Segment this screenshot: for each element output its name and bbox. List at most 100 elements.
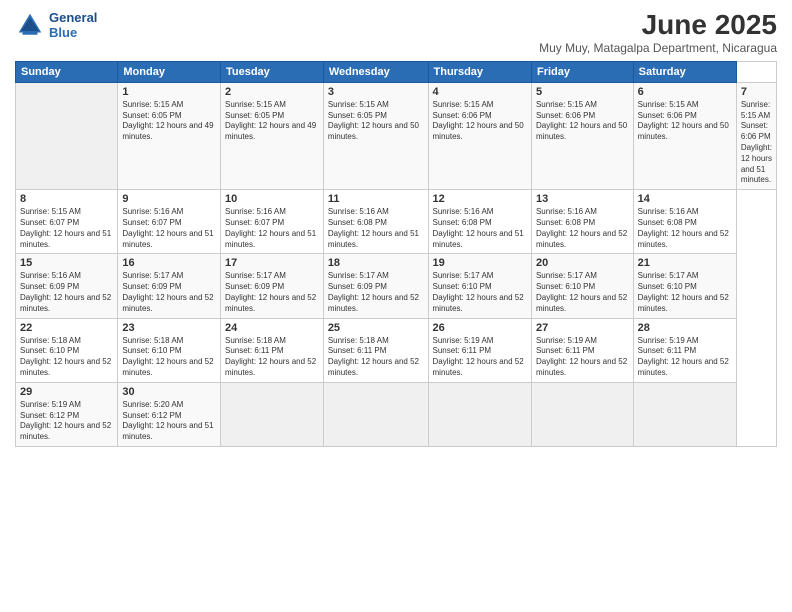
table-row: 6 Sunrise: 5:15 AM Sunset: 6:06 PM Dayli… [633, 82, 736, 189]
col-thursday: Thursday [428, 61, 531, 82]
table-row: 14 Sunrise: 5:16 AM Sunset: 6:08 PM Dayl… [633, 190, 736, 254]
table-row: 13 Sunrise: 5:16 AM Sunset: 6:08 PM Dayl… [531, 190, 633, 254]
table-row: 11 Sunrise: 5:16 AM Sunset: 6:08 PM Dayl… [323, 190, 428, 254]
table-row: 21 Sunrise: 5:17 AM Sunset: 6:10 PM Dayl… [633, 254, 736, 318]
header: General Blue June 2025 Muy Muy, Matagalp… [15, 10, 777, 55]
day-info: Sunrise: 5:19 AM Sunset: 6:11 PM Dayligh… [433, 336, 527, 379]
col-monday: Monday [118, 61, 221, 82]
day-number: 27 [536, 322, 629, 334]
day-number: 2 [225, 86, 319, 98]
calendar-page: General Blue June 2025 Muy Muy, Matagalp… [0, 0, 792, 612]
table-row [16, 82, 118, 189]
day-number: 26 [433, 322, 527, 334]
month-year: June 2025 [539, 10, 777, 41]
day-info: Sunrise: 5:15 AM Sunset: 6:05 PM Dayligh… [225, 100, 319, 143]
table-row: 3 Sunrise: 5:15 AM Sunset: 6:05 PM Dayli… [323, 82, 428, 189]
day-info: Sunrise: 5:19 AM Sunset: 6:12 PM Dayligh… [20, 400, 113, 443]
day-info: Sunrise: 5:15 AM Sunset: 6:06 PM Dayligh… [433, 100, 527, 143]
day-info: Sunrise: 5:20 AM Sunset: 6:12 PM Dayligh… [122, 400, 216, 443]
day-number: 6 [638, 86, 732, 98]
calendar-row: 22 Sunrise: 5:18 AM Sunset: 6:10 PM Dayl… [16, 318, 777, 382]
logo-text: General Blue [49, 10, 97, 40]
day-info: Sunrise: 5:17 AM Sunset: 6:09 PM Dayligh… [225, 271, 319, 314]
col-wednesday: Wednesday [323, 61, 428, 82]
table-row: 2 Sunrise: 5:15 AM Sunset: 6:05 PM Dayli… [220, 82, 323, 189]
day-info: Sunrise: 5:16 AM Sunset: 6:08 PM Dayligh… [638, 207, 732, 250]
day-info: Sunrise: 5:18 AM Sunset: 6:10 PM Dayligh… [122, 336, 216, 379]
day-number: 5 [536, 86, 629, 98]
col-friday: Friday [531, 61, 633, 82]
table-row: 7 Sunrise: 5:15 AM Sunset: 6:06 PM Dayli… [736, 82, 776, 189]
table-row: 10 Sunrise: 5:16 AM Sunset: 6:07 PM Dayl… [220, 190, 323, 254]
table-row: 22 Sunrise: 5:18 AM Sunset: 6:10 PM Dayl… [16, 318, 118, 382]
logo: General Blue [15, 10, 97, 40]
title-block: June 2025 Muy Muy, Matagalpa Department,… [539, 10, 777, 55]
calendar-header-row: Sunday Monday Tuesday Wednesday Thursday… [16, 61, 777, 82]
calendar-table: Sunday Monday Tuesday Wednesday Thursday… [15, 61, 777, 447]
day-number: 22 [20, 322, 113, 334]
day-info: Sunrise: 5:18 AM Sunset: 6:11 PM Dayligh… [328, 336, 424, 379]
day-number: 4 [433, 86, 527, 98]
table-row [531, 382, 633, 446]
day-number: 17 [225, 257, 319, 269]
day-number: 28 [638, 322, 732, 334]
table-row: 29 Sunrise: 5:19 AM Sunset: 6:12 PM Dayl… [16, 382, 118, 446]
table-row: 18 Sunrise: 5:17 AM Sunset: 6:09 PM Dayl… [323, 254, 428, 318]
table-row [633, 382, 736, 446]
day-info: Sunrise: 5:16 AM Sunset: 6:08 PM Dayligh… [328, 207, 424, 250]
table-row: 27 Sunrise: 5:19 AM Sunset: 6:11 PM Dayl… [531, 318, 633, 382]
col-sunday: Sunday [16, 61, 118, 82]
day-number: 24 [225, 322, 319, 334]
day-info: Sunrise: 5:15 AM Sunset: 6:05 PM Dayligh… [328, 100, 424, 143]
day-number: 11 [328, 193, 424, 205]
day-info: Sunrise: 5:17 AM Sunset: 6:10 PM Dayligh… [536, 271, 629, 314]
day-info: Sunrise: 5:19 AM Sunset: 6:11 PM Dayligh… [536, 336, 629, 379]
day-info: Sunrise: 5:15 AM Sunset: 6:07 PM Dayligh… [20, 207, 113, 250]
table-row: 1 Sunrise: 5:15 AM Sunset: 6:05 PM Dayli… [118, 82, 221, 189]
table-row [428, 382, 531, 446]
table-row: 12 Sunrise: 5:16 AM Sunset: 6:08 PM Dayl… [428, 190, 531, 254]
day-number: 15 [20, 257, 113, 269]
table-row: 9 Sunrise: 5:16 AM Sunset: 6:07 PM Dayli… [118, 190, 221, 254]
day-info: Sunrise: 5:18 AM Sunset: 6:11 PM Dayligh… [225, 336, 319, 379]
day-info: Sunrise: 5:16 AM Sunset: 6:07 PM Dayligh… [122, 207, 216, 250]
day-info: Sunrise: 5:15 AM Sunset: 6:05 PM Dayligh… [122, 100, 216, 143]
day-info: Sunrise: 5:17 AM Sunset: 6:09 PM Dayligh… [328, 271, 424, 314]
day-number: 23 [122, 322, 216, 334]
day-number: 29 [20, 386, 113, 398]
day-info: Sunrise: 5:19 AM Sunset: 6:11 PM Dayligh… [638, 336, 732, 379]
day-number: 19 [433, 257, 527, 269]
day-info: Sunrise: 5:17 AM Sunset: 6:10 PM Dayligh… [638, 271, 732, 314]
logo-icon [15, 10, 45, 40]
calendar-row: 8 Sunrise: 5:15 AM Sunset: 6:07 PM Dayli… [16, 190, 777, 254]
table-row: 26 Sunrise: 5:19 AM Sunset: 6:11 PM Dayl… [428, 318, 531, 382]
day-info: Sunrise: 5:17 AM Sunset: 6:09 PM Dayligh… [122, 271, 216, 314]
table-row: 24 Sunrise: 5:18 AM Sunset: 6:11 PM Dayl… [220, 318, 323, 382]
table-row: 15 Sunrise: 5:16 AM Sunset: 6:09 PM Dayl… [16, 254, 118, 318]
col-saturday: Saturday [633, 61, 736, 82]
calendar-row: 1 Sunrise: 5:15 AM Sunset: 6:05 PM Dayli… [16, 82, 777, 189]
table-row: 19 Sunrise: 5:17 AM Sunset: 6:10 PM Dayl… [428, 254, 531, 318]
day-number: 13 [536, 193, 629, 205]
table-row [220, 382, 323, 446]
day-number: 1 [122, 86, 216, 98]
day-info: Sunrise: 5:15 AM Sunset: 6:06 PM Dayligh… [741, 100, 772, 186]
day-number: 21 [638, 257, 732, 269]
calendar-row: 15 Sunrise: 5:16 AM Sunset: 6:09 PM Dayl… [16, 254, 777, 318]
table-row: 5 Sunrise: 5:15 AM Sunset: 6:06 PM Dayli… [531, 82, 633, 189]
table-row: 25 Sunrise: 5:18 AM Sunset: 6:11 PM Dayl… [323, 318, 428, 382]
col-tuesday: Tuesday [220, 61, 323, 82]
day-info: Sunrise: 5:16 AM Sunset: 6:08 PM Dayligh… [536, 207, 629, 250]
table-row: 30 Sunrise: 5:20 AM Sunset: 6:12 PM Dayl… [118, 382, 221, 446]
day-number: 18 [328, 257, 424, 269]
table-row: 20 Sunrise: 5:17 AM Sunset: 6:10 PM Dayl… [531, 254, 633, 318]
day-number: 10 [225, 193, 319, 205]
day-info: Sunrise: 5:16 AM Sunset: 6:09 PM Dayligh… [20, 271, 113, 314]
day-number: 12 [433, 193, 527, 205]
day-number: 20 [536, 257, 629, 269]
day-info: Sunrise: 5:15 AM Sunset: 6:06 PM Dayligh… [638, 100, 732, 143]
day-number: 14 [638, 193, 732, 205]
day-info: Sunrise: 5:18 AM Sunset: 6:10 PM Dayligh… [20, 336, 113, 379]
calendar-row: 29 Sunrise: 5:19 AM Sunset: 6:12 PM Dayl… [16, 382, 777, 446]
day-number: 16 [122, 257, 216, 269]
